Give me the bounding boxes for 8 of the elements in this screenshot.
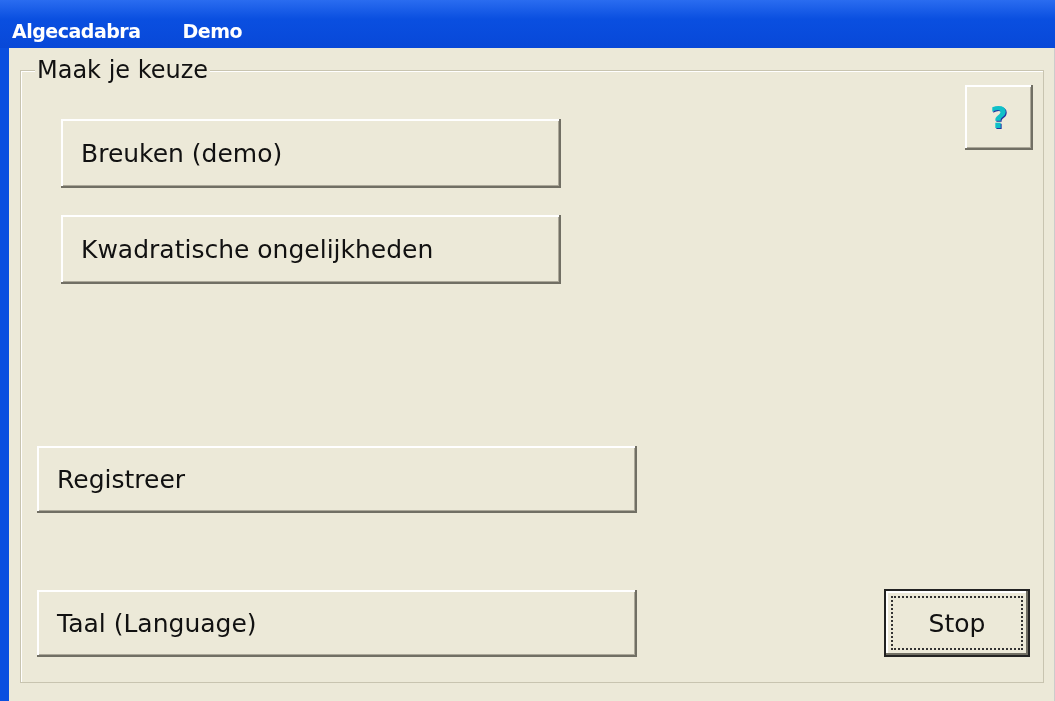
topic-button[interactable]: Breuken (demo) bbox=[61, 119, 561, 188]
menu-item[interactable]: Demo bbox=[182, 20, 243, 42]
group-title: Maak je keuze bbox=[35, 57, 211, 83]
stop-button[interactable]: Stop bbox=[884, 589, 1030, 657]
language-button[interactable]: Taal (Language) bbox=[37, 589, 637, 657]
menu-item[interactable]: Algecadabra bbox=[12, 20, 141, 42]
register-button[interactable]: Registreer bbox=[37, 446, 637, 513]
topic-button[interactable]: Kwadratische ongelijkheden bbox=[61, 215, 561, 284]
